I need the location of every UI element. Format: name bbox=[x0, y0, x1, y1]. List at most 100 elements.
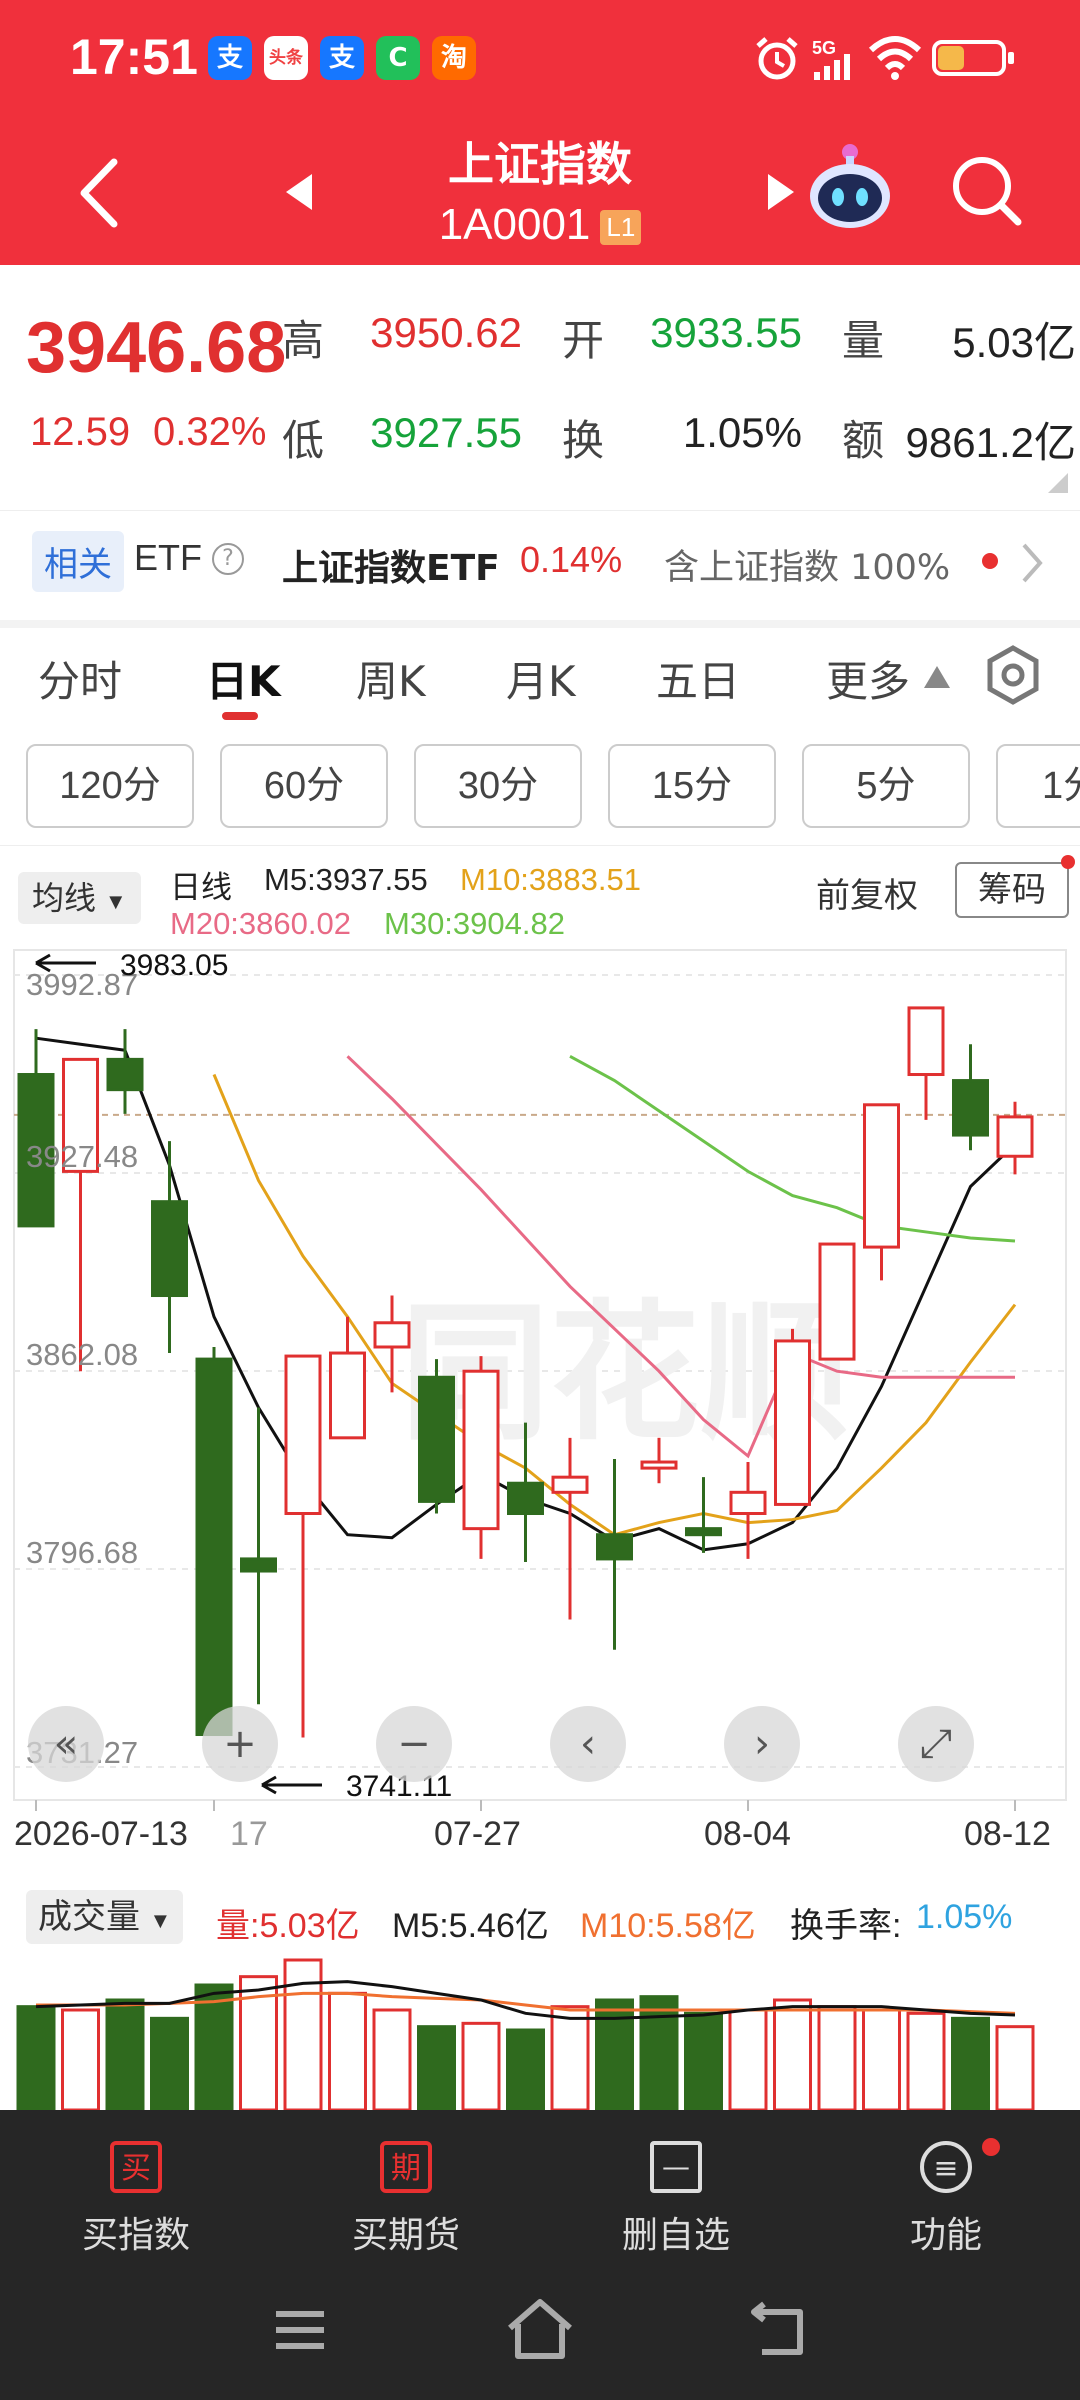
volume-label: 量 bbox=[842, 316, 885, 365]
settings-hex-icon[interactable] bbox=[982, 644, 1044, 706]
volume-bar bbox=[817, 2005, 857, 2110]
subtab-120min[interactable]: 120分 bbox=[26, 744, 194, 828]
ma-dropdown[interactable]: 均线 ▼ bbox=[18, 872, 141, 924]
tab-daily-k[interactable]: 日K bbox=[206, 648, 281, 709]
remove-watchlist-label: 删自选 bbox=[621, 2215, 730, 2256]
date-tick: 07-27 bbox=[434, 1815, 521, 1853]
stock-code: 1A0001 L1 bbox=[340, 200, 740, 250]
level-badge: L1 bbox=[600, 209, 642, 245]
volume-bar bbox=[506, 2028, 545, 2110]
chevron-right-icon[interactable] bbox=[1020, 541, 1044, 585]
volume-dropdown[interactable]: 成交量 ▼ bbox=[26, 1890, 184, 1944]
tab-monthly-k[interactable]: 月K bbox=[506, 648, 576, 709]
expand-corner-icon[interactable] bbox=[1048, 473, 1068, 493]
candle-body bbox=[106, 1057, 144, 1092]
volume-bar bbox=[906, 2011, 946, 2110]
line-type: 日线 bbox=[170, 870, 232, 905]
low-label: 低 bbox=[282, 416, 325, 465]
battery-icon bbox=[932, 40, 1014, 76]
volume-value: 5.03亿 bbox=[952, 319, 1076, 366]
buy-icon: 买 bbox=[110, 2141, 162, 2193]
section-gap bbox=[0, 620, 1080, 628]
back-nav-icon[interactable] bbox=[748, 2300, 810, 2360]
home-icon[interactable] bbox=[504, 2296, 576, 2362]
amount-value: 9861.2亿 bbox=[905, 419, 1076, 466]
subtab-60min[interactable]: 60分 bbox=[220, 744, 388, 828]
amount-label: 额 bbox=[842, 416, 885, 465]
related-tag: 相关 bbox=[32, 531, 124, 592]
turnover-value: 1.05% bbox=[682, 409, 802, 456]
y-tick-label: 3927.48 bbox=[26, 1139, 138, 1174]
signal-icon bbox=[814, 54, 850, 80]
tab-more[interactable]: 更多 bbox=[826, 648, 910, 709]
price-change-percent: 0.32% bbox=[153, 410, 267, 454]
scroll-right-icon[interactable]: › bbox=[724, 1706, 800, 1782]
volume-m10: M10:5.58亿 bbox=[580, 1907, 756, 1945]
volume-bar bbox=[328, 1991, 367, 2110]
turnover-rate-label: 换手率: bbox=[790, 1907, 902, 1945]
robot-assistant-icon[interactable] bbox=[800, 140, 900, 240]
functions-button[interactable]: ≡ 功能 bbox=[846, 2140, 1046, 2258]
back-arrow-icon[interactable] bbox=[76, 158, 120, 228]
status-clock: 17:51 bbox=[70, 29, 198, 85]
m30-value: M30:3904.82 bbox=[384, 906, 565, 941]
open-label: 开 bbox=[562, 316, 605, 365]
notification-dot-icon bbox=[1061, 855, 1075, 869]
subtab-5min[interactable]: 5分 bbox=[802, 744, 970, 828]
toutiao-icon: 头条 bbox=[264, 36, 308, 80]
volume-bar bbox=[417, 2025, 456, 2110]
tab-weekly-k[interactable]: 周K bbox=[356, 648, 426, 709]
high-label: 高 bbox=[282, 316, 325, 365]
buy-futures-button[interactable]: 期 买期货 bbox=[306, 2140, 506, 2258]
buy-glyph: 买 bbox=[121, 2151, 151, 2186]
futures-glyph: 期 bbox=[391, 2151, 421, 2186]
related-etf-strip[interactable]: 相关 ETF ? 上证指数ETF 0.14% 含上证指数 100% bbox=[0, 510, 1080, 620]
next-stock-icon[interactable] bbox=[766, 172, 796, 212]
volume-bar bbox=[639, 1995, 679, 2110]
app-header: 17:51 支 头条 支 C 淘 5G 上证指数 1A0001 L1 bbox=[0, 0, 1080, 265]
tab-intraday[interactable]: 分时 bbox=[38, 648, 122, 709]
candle-body bbox=[151, 1200, 188, 1298]
adjust-mode[interactable]: 前复权 bbox=[816, 868, 918, 917]
fullscreen-icon[interactable]: ⤢ bbox=[898, 1706, 974, 1782]
volume-bar bbox=[461, 2021, 501, 2110]
chips-button[interactable]: 筹码 bbox=[955, 862, 1069, 918]
volume-bar bbox=[194, 1983, 234, 2110]
alipay-icon: 支 bbox=[320, 36, 364, 80]
rewind-icon[interactable]: « bbox=[28, 1706, 104, 1782]
volume-value: 量:5.03亿 bbox=[216, 1907, 360, 1945]
candle-body bbox=[551, 1475, 589, 1494]
caret-down-icon: ▼ bbox=[149, 1908, 172, 1933]
system-navigation-bar bbox=[0, 2290, 1080, 2380]
page-title: 上证指数 bbox=[448, 137, 632, 191]
chart-controls: « + − ‹ › ⤢ bbox=[0, 1706, 1080, 1786]
caret-down-icon: ▼ bbox=[104, 889, 127, 914]
volume-bar bbox=[773, 1998, 812, 2110]
buy-index-button[interactable]: 买 买指数 bbox=[36, 2140, 236, 2258]
scroll-left-icon[interactable]: ‹ bbox=[550, 1706, 626, 1782]
previous-stock-icon[interactable] bbox=[284, 172, 314, 212]
quote-panel: 3946.68 12.59 0.32% 高 3950.62 开 3933.55 … bbox=[0, 265, 1080, 510]
zoom-in-icon[interactable]: + bbox=[202, 1706, 278, 1782]
tab-five-day[interactable]: 五日 bbox=[656, 648, 740, 709]
volume-chart[interactable] bbox=[0, 1950, 1080, 2110]
low-value: 3927.55 bbox=[370, 409, 522, 456]
help-icon[interactable]: ? bbox=[212, 543, 244, 575]
open-value: 3933.55 bbox=[650, 309, 802, 356]
y-tick-label: 3862.08 bbox=[26, 1337, 138, 1372]
subtab-1min[interactable]: 1分 bbox=[996, 744, 1080, 828]
candle-body bbox=[596, 1533, 633, 1561]
subtab-15min[interactable]: 15分 bbox=[608, 744, 776, 828]
alipay-icon: 支 bbox=[208, 36, 252, 80]
kline-chart[interactable]: 同花顺 3992.873927.483862.083796.683731.27 … bbox=[0, 945, 1080, 1815]
date-axis: 2026-07-13 17 07-27 08-04 08-12 bbox=[0, 1815, 1080, 1865]
subtab-30min[interactable]: 30分 bbox=[414, 744, 582, 828]
volume-bar bbox=[150, 2016, 189, 2110]
futures-icon: 期 bbox=[380, 2141, 432, 2193]
search-icon[interactable] bbox=[948, 152, 1024, 228]
recent-apps-icon[interactable] bbox=[270, 2300, 330, 2360]
zoom-out-icon[interactable]: − bbox=[376, 1706, 452, 1782]
buy-futures-label: 买期货 bbox=[351, 2215, 460, 2256]
remove-watchlist-button[interactable]: — 删自选 bbox=[576, 2140, 776, 2258]
triangle-up-icon[interactable] bbox=[922, 664, 952, 690]
